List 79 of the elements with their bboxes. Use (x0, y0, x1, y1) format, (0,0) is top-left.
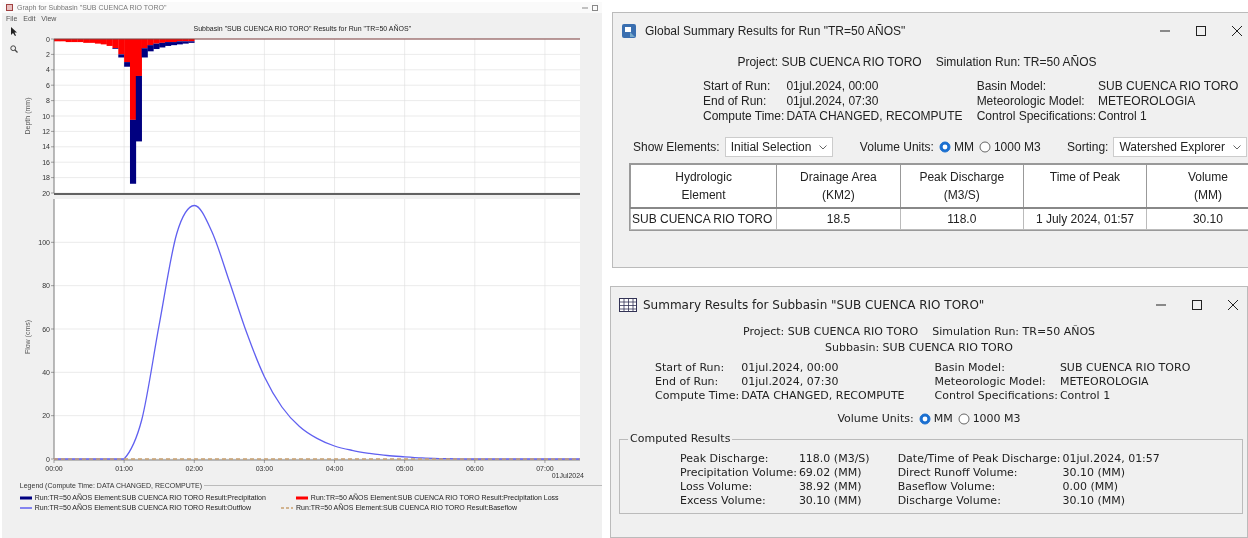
column-header: Time of Peak (1023, 164, 1147, 208)
search-icon[interactable] (10, 45, 18, 53)
info-value: DATA CHANGED, RECOMPUTE (741, 389, 905, 402)
info-label: Basin Model: (934, 361, 1006, 374)
info-value: 01jul.2024, 00:00 (786, 79, 880, 93)
panel-title: Computed Results (628, 432, 733, 445)
result-value: 38.92 (MM) (798, 480, 863, 493)
result-label: Direct Runoff Volume: (897, 466, 1019, 479)
result-label: Discharge Volume: (897, 494, 1002, 507)
info-label: Basin Model: (976, 79, 1047, 93)
result-value: 30.10 (MM) (1062, 466, 1127, 479)
app-icon (6, 4, 13, 11)
result-value: 69.02 (MM) (798, 466, 863, 479)
info-label: Control Specifications: (976, 109, 1096, 123)
radio-button[interactable]: MM (938, 140, 974, 154)
info-value: 01jul.2024, 07:30 (741, 375, 840, 388)
caret-icon (819, 144, 828, 150)
table-icon (619, 298, 637, 312)
info-label: Compute Time: (703, 109, 785, 123)
info-label: Meteorologic Model: (934, 375, 1047, 388)
precipitation-bar (123, 62, 131, 67)
table-cell: 118.0 (900, 208, 1024, 230)
info-value: 01jul.2024, 00:00 (741, 361, 840, 374)
column-header: Hydrologic Element (630, 164, 777, 208)
pointer-icon[interactable] (10, 27, 18, 37)
header-text: Simulation Run: TR=50 AÑOS (935, 55, 1097, 69)
info-label: Compute Time: (655, 389, 740, 402)
window-title: Summary Results for Subbasin "SUB CUENCA RIO TORO" (643, 298, 985, 312)
field-label: Volume Units: (859, 140, 934, 154)
result-label: Date/Time of Peak Discharge: (897, 452, 1061, 465)
info-value: SUB CUENCA RIO TORO (1098, 79, 1239, 93)
result-label: Loss Volume: (680, 480, 754, 493)
result-label: Precipitation Volume: (680, 466, 797, 479)
result-value: 01jul.2024, 01:57 (1062, 452, 1160, 465)
field-label: Show Elements: (633, 140, 720, 154)
column-header: Peak Discharge (M3/S) (900, 164, 1024, 208)
header-text: Project: SUB CUENCA RIO TORO (742, 324, 919, 339)
column-header: Drainage Area (KM2) (776, 164, 901, 208)
result-value: 30.10 (MM) (798, 494, 863, 507)
radio-button[interactable]: 1000 M3 (957, 412, 1021, 425)
info-value: 01jul.2024, 07:30 (786, 94, 880, 108)
info-label: End of Run: (703, 94, 768, 108)
result-value: 118.0 (M3/S) (798, 452, 870, 465)
header-text: Subbasin: SUB CUENCA RIO TORO (825, 340, 1013, 355)
radio-button[interactable]: MM (918, 412, 953, 425)
close-icon[interactable] (1227, 299, 1239, 311)
header-text: Project: SUB CUENCA RIO TORO (737, 55, 922, 69)
info-value: DATA CHANGED, RECOMPUTE (786, 109, 963, 123)
info-value: SUB CUENCA RIO TORO (1059, 361, 1191, 374)
header-text: Simulation Run: TR=50 AÑOS (932, 324, 1096, 339)
result-label: Peak Discharge: (680, 452, 770, 465)
result-value: 30.10 (MM) (1062, 494, 1127, 507)
info-label: Start of Run: (655, 361, 726, 374)
column-header: Volume (MM) (1146, 164, 1248, 208)
result-value: 0.00 (MM) (1062, 480, 1120, 493)
caret-icon (1233, 144, 1241, 150)
table-cell: 18.5 (776, 208, 901, 230)
info-label: Start of Run: (703, 79, 772, 93)
field-label: Sorting: (1067, 140, 1109, 154)
close-icon[interactable] (1231, 25, 1243, 37)
result-label: Baseflow Volume: (897, 480, 997, 493)
show-elements-dropdown[interactable]: Initial Selection (724, 137, 834, 157)
info-value: Control 1 (1098, 109, 1148, 123)
table-cell: 1 July 2024, 01:57 (1023, 208, 1147, 230)
info-value: METEOROLOGIA (1059, 375, 1150, 388)
result-label: Excess Volume: (680, 494, 767, 507)
info-value: METEOROLOGIA (1098, 94, 1197, 108)
info-value: Control 1 (1059, 389, 1112, 402)
field-label: Volume Units: (837, 412, 914, 425)
info-label: Control Specifications: (934, 389, 1058, 402)
maximize-icon[interactable] (1191, 299, 1203, 311)
radio-button[interactable]: 1000 M3 (978, 140, 1041, 154)
info-label: Meteorologic Model: (976, 94, 1086, 108)
window-title: Global Summary Results for Run "TR=50 AÑOS" (645, 24, 906, 38)
maximize-icon[interactable] (1195, 25, 1207, 37)
table-cell: SUB CUENCA RIO TORO (630, 208, 777, 230)
info-label: End of Run: (655, 375, 720, 388)
app-icon (621, 23, 639, 39)
sorting-dropdown[interactable]: Watershed Explorer (1113, 137, 1247, 157)
